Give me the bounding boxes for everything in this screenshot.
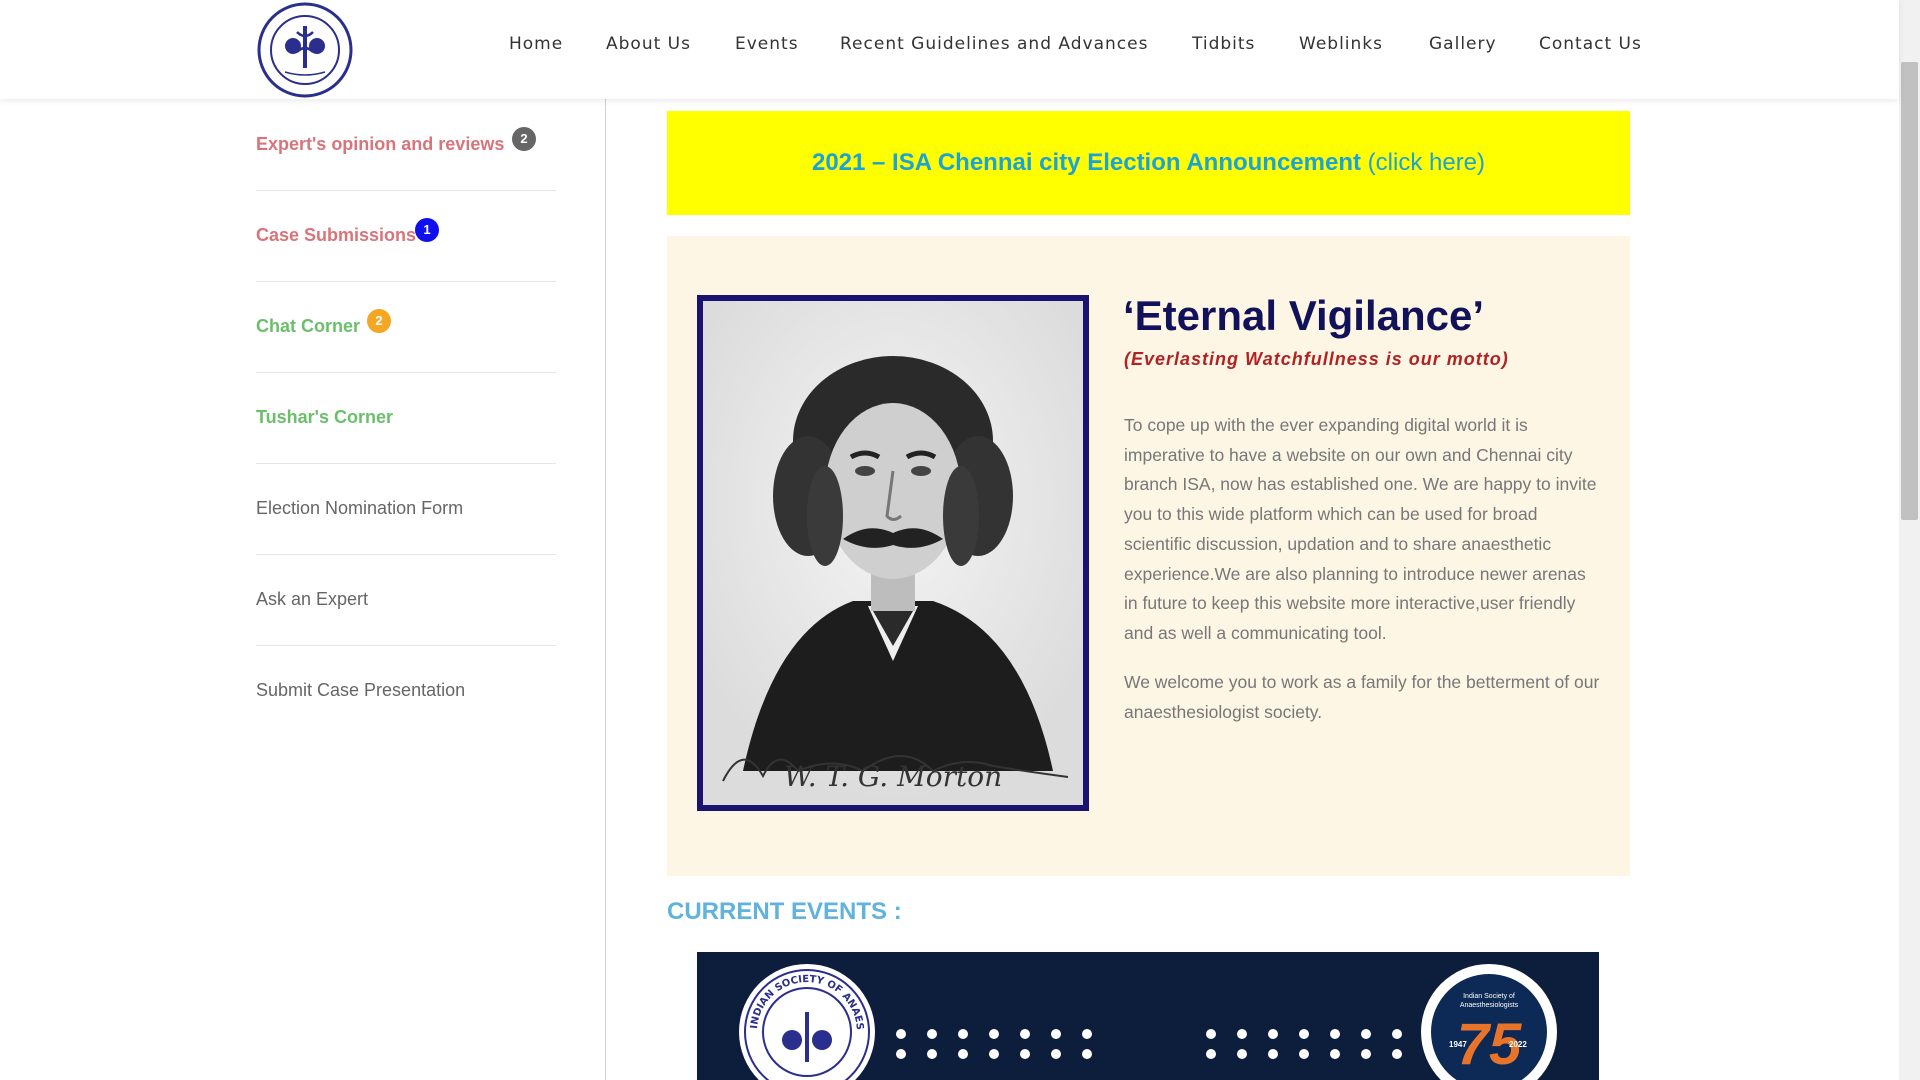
event-banner[interactable]: INDIAN SOCIETY OF ANAESTHESIOLOGISTS Ind… xyxy=(697,952,1599,1080)
sidebar-item-experts-opinion[interactable]: Expert's opinion and reviews 2 xyxy=(256,99,556,191)
portrait-signature: W. T. G. Morton xyxy=(784,760,1002,793)
nav-home[interactable]: Home xyxy=(509,34,563,54)
count-badge: 2 xyxy=(367,309,391,333)
sidebar-item-case-submissions[interactable]: Case Submissions 1 xyxy=(256,190,556,282)
count-badge: 1 xyxy=(415,218,439,242)
motto-title: ‘Eternal Vigilance’ xyxy=(1123,292,1485,339)
morton-portrait: W. T. G. Morton xyxy=(697,295,1089,811)
election-announcement-banner[interactable]: 2021 – ISA Chennai city Election Announc… xyxy=(667,111,1630,215)
scrollbar-thumb[interactable] xyxy=(1901,62,1918,520)
welcome-paragraph-2: We welcome you to work as a family for t… xyxy=(1124,672,1600,722)
nav-tidbits[interactable]: Tidbits xyxy=(1192,34,1255,54)
sidebar-item-label: Case Submissions xyxy=(256,225,417,245)
nav-gallery[interactable]: Gallery xyxy=(1429,34,1497,54)
nav-about-us[interactable]: About Us xyxy=(606,34,691,54)
sidebar-item-submit-case[interactable]: Submit Case Presentation xyxy=(256,645,556,736)
current-events-heading: CURRENT EVENTS : xyxy=(667,898,902,925)
sidebar-item-label: Submit Case Presentation xyxy=(256,680,466,700)
right-logo-line1: Indian Society of xyxy=(1463,993,1515,1000)
sidebar-item-label: Expert's opinion and reviews xyxy=(256,134,505,154)
motto-subtitle: (Everlasting Watchfullness is our motto) xyxy=(1124,349,1509,369)
sidebar-item-label: Chat Corner xyxy=(256,316,361,336)
right-logo-line2: Anaesthesiologists xyxy=(1460,1002,1519,1009)
dot-grid-left xyxy=(896,1029,1096,1069)
right-logo-year-left: 1947 xyxy=(1449,1040,1467,1049)
welcome-paragraph: To cope up with the ever expanding digit… xyxy=(1124,415,1597,643)
event-banner-art: INDIAN SOCIETY OF ANAESTHESIOLOGISTS Ind… xyxy=(697,952,1599,1080)
sidebar-item-election-nomination[interactable]: Election Nomination Form xyxy=(256,463,556,555)
banner-title: 2021 – ISA Chennai city Election Announc… xyxy=(811,149,1361,176)
sidebar-item-chat-corner[interactable]: Chat Corner 2 xyxy=(256,281,556,373)
sidebar-divider xyxy=(605,99,606,1080)
sidebar-item-tushars-corner[interactable]: Tushar's Corner xyxy=(256,372,556,464)
dot-grid-right xyxy=(1206,1029,1406,1069)
sidebar-item-ask-expert[interactable]: Ask an Expert xyxy=(256,554,556,646)
nav-contact-us[interactable]: Contact Us xyxy=(1539,34,1642,54)
nav-events[interactable]: Events xyxy=(735,34,799,54)
nav-recent-guidelines[interactable]: Recent Guidelines and Advances xyxy=(840,34,1148,54)
right-logo-year-right: 2022 xyxy=(1509,1040,1527,1049)
site-header: Home About Us Events Recent Guidelines a… xyxy=(0,0,1899,99)
banner-link[interactable]: (click here) xyxy=(1368,149,1485,176)
portrait-image: W. T. G. Morton xyxy=(703,301,1083,805)
nav-weblinks[interactable]: Weblinks xyxy=(1299,34,1383,54)
sidebar-item-label: Tushar's Corner xyxy=(256,407,393,427)
main-nav: Home About Us Events Recent Guidelines a… xyxy=(0,34,1899,58)
count-badge: 2 xyxy=(512,127,536,151)
sidebar-item-label: Election Nomination Form xyxy=(256,498,464,518)
sidebar-item-label: Ask an Expert xyxy=(256,589,369,609)
